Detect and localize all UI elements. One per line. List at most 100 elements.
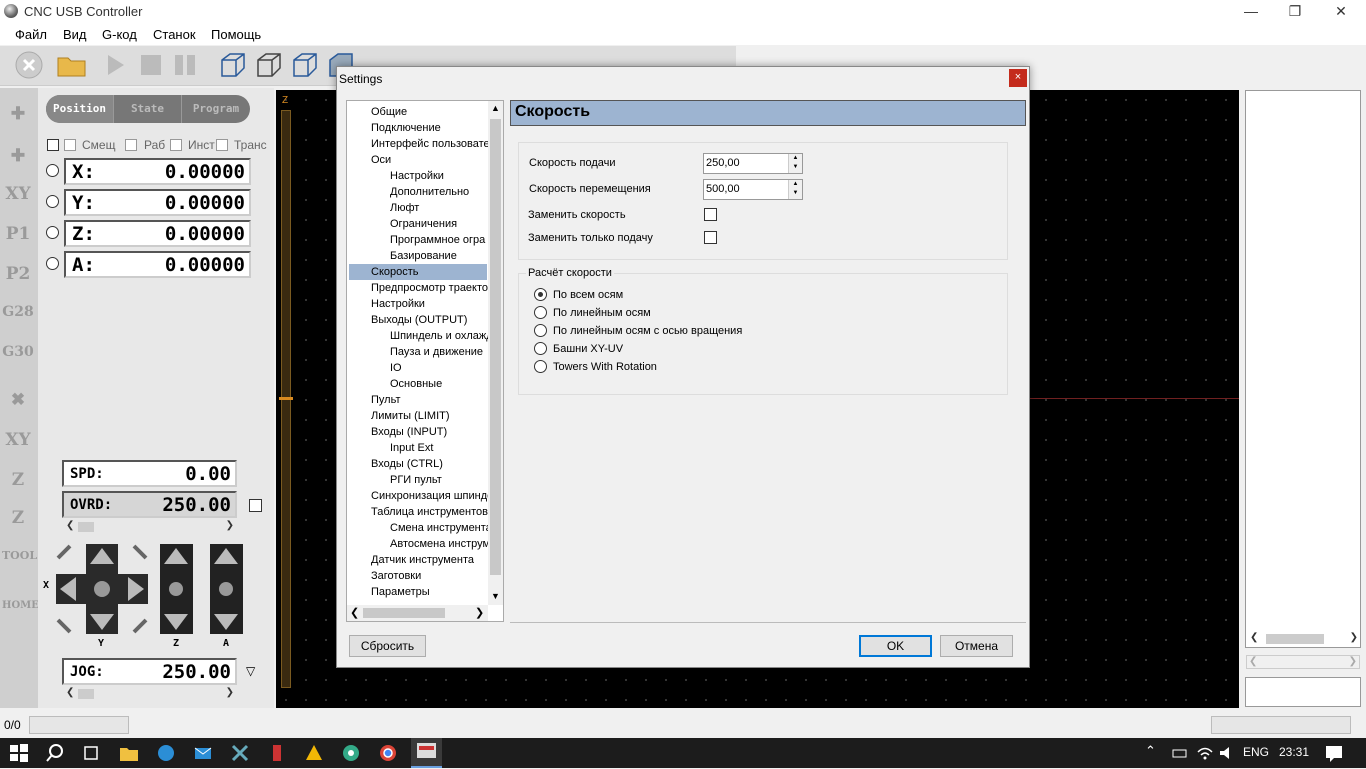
tree-item[interactable]: Таблица инструментов [349,504,488,520]
menu-machine[interactable]: Станок [153,27,196,42]
tree-item[interactable]: Люфт [349,200,487,216]
jog-speed-slider[interactable]: ❮ ❯ [64,687,236,701]
tree-item[interactable]: Входы (INPUT) [349,424,487,440]
tab-position[interactable]: Position [46,95,114,123]
tree-item[interactable]: Базирование [349,248,487,264]
dro-z[interactable]: Z: 0.00000 [64,220,251,247]
notifications-icon[interactable] [1324,743,1344,763]
menu-file[interactable]: Файл [15,27,47,42]
settings-tree[interactable]: Общие Подключение Интерфейс пользовате Оси Н… [346,100,504,622]
override-speed-checkbox[interactable] [704,208,717,221]
rapid-rate-spin-arrows[interactable]: ▲ ▼ [788,180,802,199]
dro-a[interactable]: A: 0.00000 [64,251,251,278]
jog-mode-dropdown-icon[interactable]: ▽ [246,664,255,678]
offset-master-checkbox[interactable] [47,139,59,151]
mail-icon[interactable] [193,743,213,763]
probe-z-icon[interactable]: Z [2,502,34,534]
clock[interactable]: 23:31 [1279,745,1309,759]
view-side-icon[interactable] [290,50,320,80]
gcode-list-hscroll[interactable]: ❮ ❯ [1248,632,1360,646]
gcode-list[interactable] [1245,90,1361,648]
tool-icon[interactable]: TOOL [2,540,37,572]
menu-view[interactable]: Вид [63,27,87,42]
home-icon[interactable]: HOME [2,590,39,622]
tree-item[interactable]: Общие [349,104,487,120]
tree-item[interactable]: Шпиндель и охлажд [349,328,493,344]
tab-program[interactable]: Program [182,95,250,123]
goto-p1-icon[interactable]: P1 [2,218,34,250]
tree-vscroll[interactable]: ▲ ▼ [488,101,503,605]
tree-item[interactable]: Дополнительно [349,184,487,200]
zero-all-icon[interactable]: ✖ [2,384,34,416]
goto-p2-icon[interactable]: P2 [2,258,34,290]
ok-button[interactable]: OK [859,635,932,657]
tree-item[interactable]: Синхронизация шпинде [349,488,493,504]
cancel-button[interactable]: Отмена [940,635,1013,657]
rapid-rate-spinbox[interactable]: 500,00 ▲ ▼ [703,179,803,200]
tree-item[interactable]: Предпросмотр траекто [349,280,488,296]
tray-chevron-icon[interactable]: ⌃ [1145,743,1165,763]
calc-xyuv-radio[interactable] [534,342,547,355]
tree-item[interactable]: Настройки [349,296,487,312]
edge-icon[interactable] [156,743,176,763]
stop-square-icon[interactable] [136,50,166,80]
feed-rate-spin-arrows[interactable]: ▲ ▼ [788,154,802,173]
calc-towers-rotation-radio[interactable] [534,360,547,373]
a-jog-pad[interactable] [210,544,243,634]
goto-xy-icon[interactable]: XY [2,178,34,210]
calc-linear-rotary-radio[interactable] [534,324,547,337]
tree-item[interactable]: Input Ext [349,440,487,456]
g28-icon[interactable]: G28 [2,296,34,328]
windows-start-icon[interactable] [9,743,29,763]
tree-item[interactable]: Ограничения [349,216,487,232]
axis-x-radio[interactable] [46,164,59,177]
tree-item[interactable]: Настройки [349,168,487,184]
wifi-icon[interactable] [1195,743,1215,763]
tree-item[interactable]: Пульт [349,392,487,408]
app-tool-icon[interactable] [267,743,287,763]
jog-plus-icon[interactable]: ✚ [2,98,34,130]
view-front-icon[interactable] [254,50,284,80]
tree-item[interactable]: Входы (CTRL) [349,456,487,472]
jog-minus-icon[interactable]: ✚ [2,140,34,172]
chrome-icon[interactable] [378,743,398,763]
battery-icon[interactable] [1170,743,1190,763]
tree-hscroll[interactable]: ❮ ❯ [347,605,488,621]
trans-checkbox[interactable] [216,139,228,151]
tree-item[interactable]: Смена инструмента [349,520,492,536]
stop-icon[interactable] [14,50,44,80]
tree-item[interactable]: Заготовки [349,568,487,584]
dro-x[interactable]: X: 0.00000 [64,158,251,185]
language-indicator[interactable]: ENG [1243,745,1269,759]
dialog-close-button[interactable]: × [1009,69,1027,87]
menu-help[interactable]: Помощь [211,27,261,42]
tree-item[interactable]: Выходы (OUTPUT) [349,312,487,328]
restore-button[interactable]: ❐ [1272,0,1318,23]
search-icon[interactable] [45,743,65,763]
zero-z-icon[interactable]: Z [2,464,34,496]
view-iso-icon[interactable] [218,50,248,80]
tree-item[interactable]: Программное огра [349,232,487,248]
close-button[interactable]: ✕ [1318,0,1364,23]
minimize-button[interactable]: — [1228,0,1274,23]
z-jog-pad[interactable] [160,544,193,634]
work-checkbox[interactable] [125,139,137,151]
override-feed-only-checkbox[interactable] [704,231,717,244]
feed-rate-spinbox[interactable]: 250,00 ▲ ▼ [703,153,803,174]
tree-item[interactable]: Лимиты (LIMIT) [349,408,487,424]
g30-icon[interactable]: G30 [2,336,34,368]
tree-item[interactable]: Основные [349,376,487,392]
zero-xy-icon[interactable]: XY [2,424,34,456]
pause-icon[interactable] [170,50,200,80]
volume-icon[interactable] [1217,743,1237,763]
open-folder-icon[interactable] [56,50,86,80]
tree-item[interactable]: Подключение [349,120,487,136]
dro-y[interactable]: Y: 0.00000 [64,189,251,216]
shield-browser-icon[interactable] [341,743,361,763]
tree-item[interactable]: Скорость [349,264,487,280]
override-slider[interactable]: ❮ ❯ [64,520,236,534]
task-view-icon[interactable] [81,743,101,763]
mdi-input[interactable] [1245,677,1361,707]
calc-linear-axes-radio[interactable] [534,306,547,319]
tool-checkbox[interactable] [170,139,182,151]
